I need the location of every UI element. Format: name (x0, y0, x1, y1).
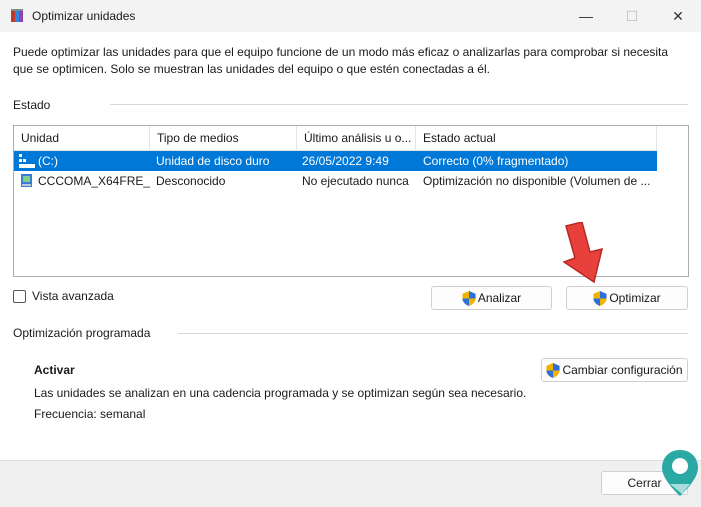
drive-unit: (C:) (38, 154, 58, 168)
drive-state: Correcto (0% fragmentado) (423, 154, 569, 168)
drive-media: Unidad de disco duro (156, 154, 270, 168)
description-text: Puede optimizar las unidades para que el… (13, 45, 669, 76)
column-header-unit[interactable]: Unidad (14, 126, 150, 150)
window-title: Optimizar unidades (32, 9, 136, 23)
drive-state: Optimización no disponible (Volumen de .… (423, 174, 651, 188)
minimize-button[interactable]: — (563, 0, 609, 32)
optimize-button-label: Optimizar (609, 291, 661, 305)
scheduled-frequency: Frecuencia: semanal (34, 407, 146, 421)
change-settings-button[interactable]: Cambiar configuración (541, 358, 688, 382)
disc-drive-icon (21, 174, 32, 187)
advanced-view-checkbox[interactable] (13, 290, 26, 303)
annotation-arrow-icon (562, 222, 604, 284)
drive-last-analysis: No ejecutado nunca (302, 174, 409, 188)
analyze-button[interactable]: Analizar (431, 286, 552, 310)
drive-row-cccoma[interactable]: CCCOMA_X64FRE_... Desconocido No ejecuta… (14, 171, 657, 191)
scheduled-group-label: Optimización programada (13, 326, 151, 340)
drive-last-analysis: 26/05/2022 9:49 (302, 154, 389, 168)
uac-shield-icon (593, 290, 607, 306)
hard-drive-icon (19, 154, 35, 168)
column-header-last-analysis[interactable]: Último análisis u o... (297, 126, 416, 150)
close-window-button[interactable]: ✕ (655, 0, 701, 32)
drive-media: Desconocido (156, 174, 226, 188)
listview-header: Unidad Tipo de medios Último análisis u … (14, 126, 657, 151)
scheduled-state: Activar (34, 363, 75, 377)
watermark-logo (662, 450, 698, 496)
scheduled-separator (178, 333, 688, 334)
status-group-label: Estado (13, 98, 51, 112)
optimize-button[interactable]: Optimizar (566, 286, 688, 310)
change-settings-label: Cambiar configuración (562, 363, 683, 377)
dialog-footer (0, 460, 701, 507)
title-bar: Optimizar unidades — ☐ ✕ (0, 0, 701, 32)
close-button-label: Cerrar (627, 476, 662, 490)
analyze-button-label: Analizar (477, 291, 522, 305)
column-header-current-state[interactable]: Estado actual (416, 126, 657, 150)
column-header-media-type[interactable]: Tipo de medios (150, 126, 297, 150)
maximize-button[interactable]: ☐ (609, 0, 655, 32)
defrag-app-icon (11, 9, 23, 22)
drive-row-c[interactable]: (C:) Unidad de disco duro 26/05/2022 9:4… (14, 151, 657, 171)
uac-shield-icon (462, 290, 476, 306)
drive-unit: CCCOMA_X64FRE_... (38, 174, 150, 188)
status-separator (110, 104, 688, 105)
uac-shield-icon (546, 362, 561, 378)
scheduled-info: Las unidades se analizan en una cadencia… (34, 386, 527, 400)
advanced-view-label[interactable]: Vista avanzada (32, 289, 114, 303)
